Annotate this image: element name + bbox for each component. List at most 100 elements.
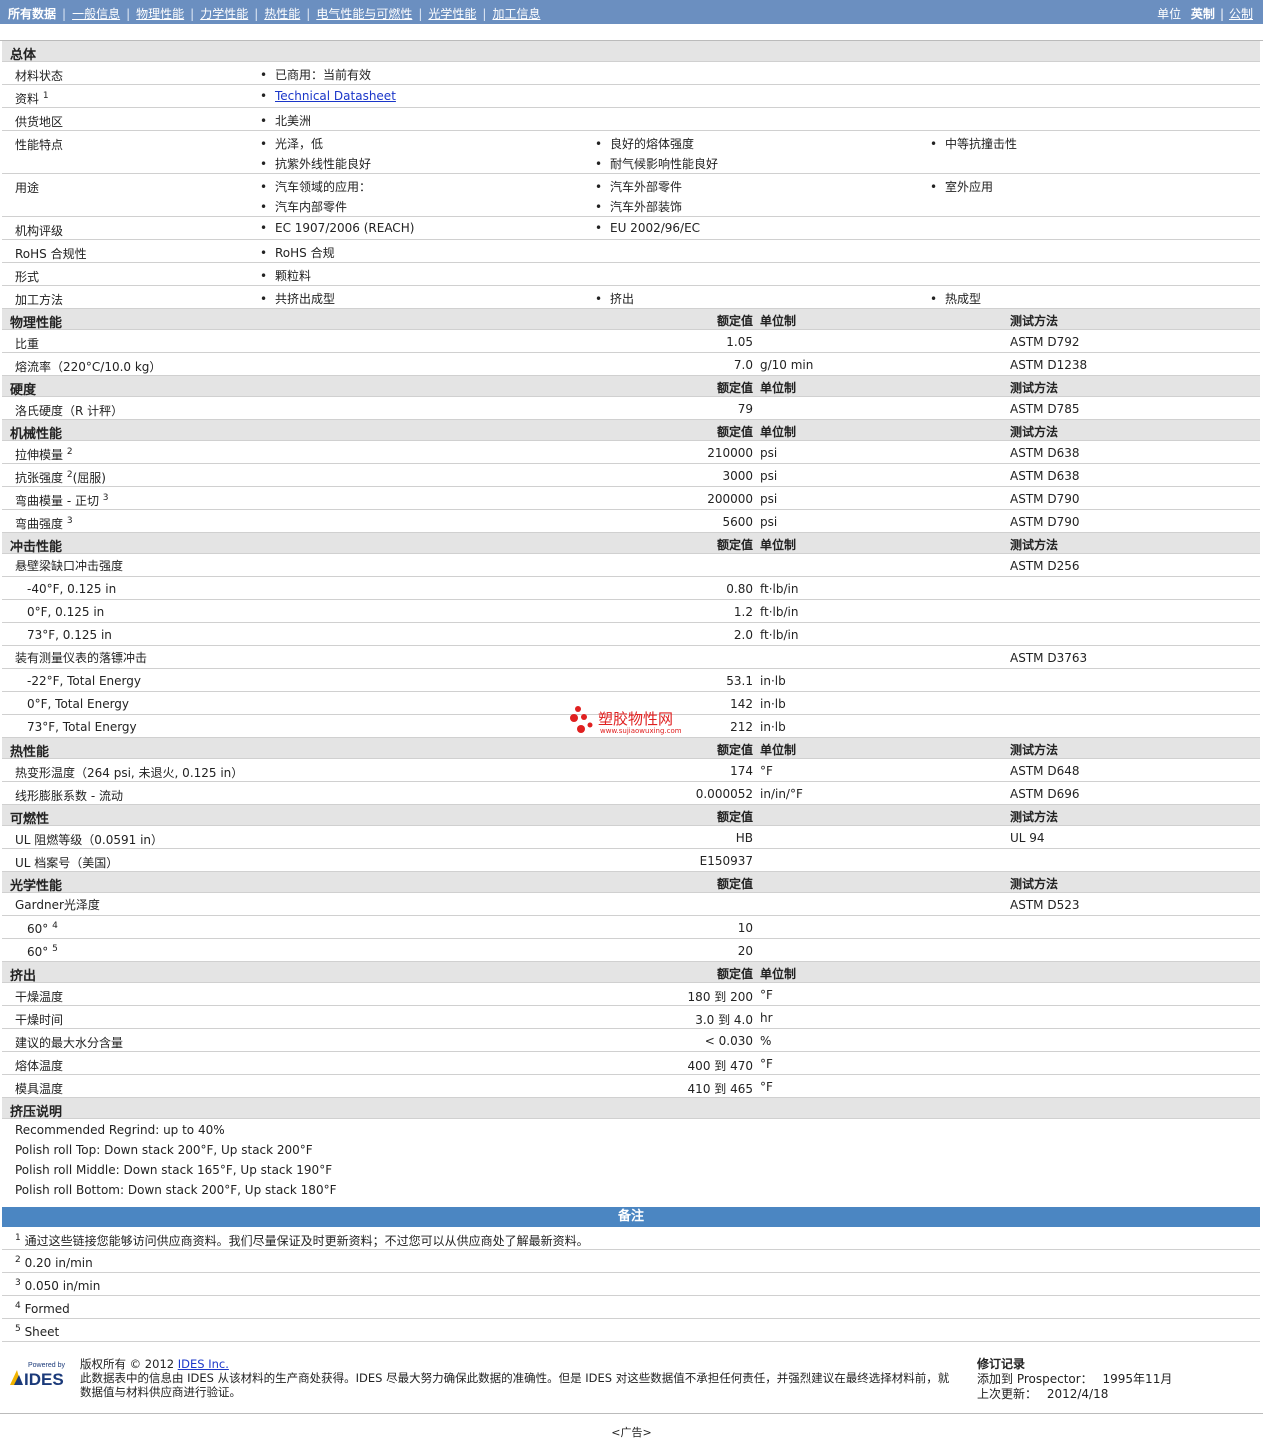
section-header-extrusion: 挤出 额定值 单位制 <box>2 962 1260 984</box>
copyright-text: 版权所有 © 2012 IDES Inc. 此数据表中的信息由 IDES 从该材… <box>80 1357 950 1399</box>
datasheet: 总体 材料状态 已商用：当前有效 资料 1 Technical Datashee… <box>2 41 1260 1342</box>
property-row: 拉伸模量 2 210000 psi ASTM D638 <box>2 441 1260 464</box>
watermark-dots-icon <box>570 706 593 733</box>
technical-datasheet-link[interactable]: Technical Datasheet <box>275 89 396 103</box>
property-row: 建议的最大水分含量 < 0.030% <box>2 1029 1260 1052</box>
unit-switcher: 单位 英制 | 公制 <box>1157 7 1253 21</box>
section-header-thermal: 热性能 额定值 单位制 测试方法 <box>2 738 1260 760</box>
property-row: 0°F, 0.125 in 1.2 ft·lb/in <box>2 600 1260 623</box>
extrusion-notes-text: Recommended Regrind: up to 40% Polish ro… <box>2 1119 1260 1207</box>
section-header-extrusion-notes: 挤压说明 <box>2 1098 1260 1120</box>
section-header-flammability: 可燃性 额定值 测试方法 <box>2 805 1260 827</box>
property-row: 熔流率（220°C/10.0 kg） 7.0 g/10 min ASTM D1238 <box>2 353 1260 376</box>
footnote: 4 Formed <box>2 1296 1260 1319</box>
row-process: 加工方法 共挤出成型 挤出 热成型 <box>2 286 1260 309</box>
property-row: 熔体温度 400 到 470 °F <box>2 1052 1260 1075</box>
property-row: UL 档案号（美国） E150937 <box>2 849 1260 872</box>
property-row: -22°F, Total Energy 53.1 in·lb <box>2 669 1260 692</box>
property-row: 洛氏硬度（R 计秤） 79 ASTM D785 <box>2 397 1260 420</box>
property-row: UL 阻燃等级（0.0591 in） HB UL 94 <box>2 826 1260 849</box>
ides-logo: Powered by IDES <box>8 1358 72 1390</box>
ad-label: <广告> <box>611 1426 652 1439</box>
top-nav-bar: 所有数据 | 一般信息 | 物理性能 | 力学性能 | 热性能 | 电气性能与可燃性 | 光学性能 | 加工… <box>0 0 1263 24</box>
row-label: 资料 1 <box>15 91 49 106</box>
nav-mechanical[interactable]: 力学性能 <box>200 7 248 21</box>
nav-all-data[interactable]: 所有数据 <box>8 7 56 21</box>
row-features: 性能特点 光泽，低抗紫外线性能良好 良好的熔体强度耐气候影响性能良好 中等抗撞击… <box>2 131 1260 174</box>
bullet-list: 北美洲 <box>275 112 311 132</box>
nav-processing[interactable]: 加工信息 <box>492 7 540 21</box>
property-row: 弯曲模量 - 正切 3 200000 psi ASTM D790 <box>2 487 1260 510</box>
revision-history: 修订记录 添加到 Prospector： 1995年11月 上次更新： 2012… <box>977 1357 1173 1401</box>
bullet-list: 热成型 <box>945 290 981 310</box>
property-row: 60° 4 10 <box>2 916 1260 939</box>
bullet-list: 汽车领域的应用：汽车内部零件 <box>275 178 371 218</box>
watermark-text: 塑胶物性网 <box>598 710 674 728</box>
property-row: 干燥温度 180 到 200 °F <box>2 983 1260 1006</box>
row-label: 机构评级 <box>15 224 64 238</box>
bullet-list: 良好的熔体强度耐气候影响性能良好 <box>610 135 718 175</box>
section-header-optical: 光学性能 额定值 测试方法 <box>2 872 1260 894</box>
property-row: 73°F, 0.125 in 2.0 ft·lb/in <box>2 623 1260 646</box>
bullet-item: 北美洲 <box>275 112 311 132</box>
note-line: Polish roll Bottom: Down stack 200°F, Up… <box>15 1183 337 1197</box>
bullet-list: 汽车外部零件汽车外部装饰 <box>610 178 682 218</box>
note-line: Polish roll Middle: Down stack 165°F, Up… <box>15 1163 333 1177</box>
property-row: 比重 1.05 ASTM D792 <box>2 330 1260 353</box>
property-row: 干燥时间 3.0 到 4.0 hr <box>2 1006 1260 1029</box>
property-row: -40°F, 0.125 in 0.80 ft·lb/in <box>2 577 1260 600</box>
bullet-list: 中等抗撞击性 <box>945 135 1017 155</box>
row-label: 用途 <box>15 181 40 195</box>
property-row: Gardner光泽度 ASTM D523 <box>2 893 1260 916</box>
section-header-impact: 冲击性能 额定值 单位制 测试方法 <box>2 533 1260 555</box>
site-watermark: 塑胶物性网 www.sujiaowuxing.com <box>570 705 682 738</box>
footnote: 2 0.20 in/min <box>2 1250 1260 1273</box>
row-agency: 机构评级 EC 1907/2006 (REACH) EU 2002/96/EC <box>2 217 1260 240</box>
ides-logo-icon: Powered by IDES <box>10 1362 65 1389</box>
ides-link[interactable]: IDES Inc. <box>178 1357 229 1371</box>
section-nav: 所有数据 | 一般信息 | 物理性能 | 力学性能 | 热性能 | 电气性能与可燃性 | 光学性能 | 加工… <box>8 7 541 21</box>
property-row: 装有测量仪表的落镖冲击 ASTM D3763 <box>2 646 1260 669</box>
bullet-list: 共挤出成型 <box>275 290 335 310</box>
footnote: 1 通过这些链接您能够访问供应商资料。我们尽量保证及时更新资料；不过您可以从供应… <box>2 1227 1260 1250</box>
row-label: 供货地区 <box>15 115 64 129</box>
nav-thermal[interactable]: 热性能 <box>264 7 300 21</box>
row-form: 形式 颗粒料 <box>2 263 1260 286</box>
units-metric[interactable]: 公制 <box>1229 7 1253 21</box>
divider <box>0 1413 1263 1414</box>
note-line: Polish roll Top: Down stack 200°F, Up st… <box>15 1143 313 1157</box>
row-uses: 用途 汽车领域的应用：汽车内部零件 汽车外部零件汽车外部装饰 室外应用 <box>2 174 1260 217</box>
nav-general[interactable]: 一般信息 <box>72 7 120 21</box>
footnote: 3 0.050 in/min <box>2 1273 1260 1296</box>
section-header-general: 总体 <box>2 41 1260 63</box>
footnote: 5 Sheet <box>2 1319 1260 1342</box>
row-rohs: RoHS 合规性 RoHS 合规 <box>2 240 1260 263</box>
row-material-status: 材料状态 已商用：当前有效 <box>2 62 1260 85</box>
row-resources: 资料 1 Technical Datasheet <box>2 85 1260 108</box>
nav-optical[interactable]: 光学性能 <box>428 7 476 21</box>
bullet-list: 室外应用 <box>945 178 993 198</box>
bullet-list: Technical Datasheet <box>275 89 396 109</box>
property-row: 抗张强度 2(屈服) 3000 psi ASTM D638 <box>2 464 1260 487</box>
nav-electrical[interactable]: 电气性能与可燃性 <box>316 7 412 21</box>
svg-text:IDES: IDES <box>24 1370 64 1389</box>
row-label: 材料状态 <box>15 69 64 83</box>
property-row: 线形膨胀系数 - 流动 0.000052 in/in/°F ASTM D696 <box>2 782 1260 805</box>
row-label: RoHS 合规性 <box>15 247 87 261</box>
row-label: 加工方法 <box>15 293 64 307</box>
units-imperial[interactable]: 英制 <box>1191 7 1215 21</box>
row-region: 供货地区 北美洲 <box>2 108 1260 131</box>
bullet-list: 已商用：当前有效 <box>275 66 371 86</box>
units-label: 单位 <box>1157 7 1182 21</box>
bullet-list: 颗粒料 <box>275 267 311 287</box>
footer: Powered by IDES 版权所有 © 2012 IDES Inc. 此数… <box>0 1355 1263 1413</box>
notes-header: 备注 <box>2 1207 1260 1227</box>
row-label: 形式 <box>15 270 40 284</box>
bullet-list: RoHS 合规 <box>275 244 335 264</box>
property-row: 弯曲强度 3 5600 psi ASTM D790 <box>2 510 1260 533</box>
bullet-list: EC 1907/2006 (REACH) <box>275 221 414 241</box>
bullet-item: 已商用：当前有效 <box>275 66 371 86</box>
nav-physical[interactable]: 物理性能 <box>136 7 184 21</box>
section-header-mechanical: 机械性能 额定值 单位制 测试方法 <box>2 420 1260 442</box>
row-label: 性能特点 <box>15 138 64 152</box>
